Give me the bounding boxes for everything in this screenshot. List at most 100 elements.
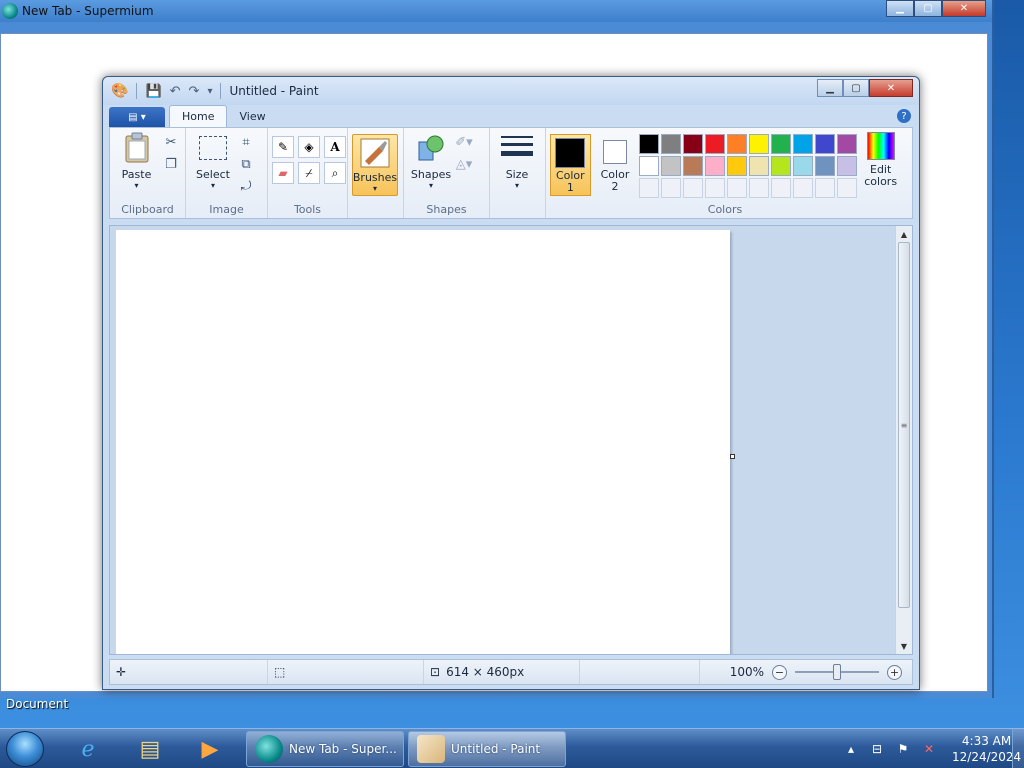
size-button[interactable]: Size ▾ bbox=[494, 132, 540, 190]
pencil-icon[interactable]: ✎ bbox=[272, 136, 294, 158]
cut-icon[interactable]: ✂ bbox=[161, 132, 181, 152]
task-paint[interactable]: Untitled - Paint bbox=[408, 731, 566, 767]
cursor-icon: ✛ bbox=[116, 665, 127, 679]
palette-swatch[interactable] bbox=[683, 156, 704, 176]
fill-shape-icon[interactable]: ◬▾ bbox=[454, 154, 474, 174]
paint-close-button[interactable]: ✕ bbox=[869, 79, 913, 97]
select-button[interactable]: Select ▾ bbox=[190, 132, 236, 196]
fill-icon[interactable]: ◈ bbox=[298, 136, 320, 158]
color2-button[interactable]: Color 2 bbox=[595, 134, 636, 196]
show-desktop-button[interactable] bbox=[1012, 729, 1024, 768]
outline-icon[interactable]: ✐▾ bbox=[454, 132, 474, 152]
help-icon[interactable]: ? bbox=[897, 109, 911, 123]
minimize-button[interactable]: ▁ bbox=[886, 0, 914, 17]
maximize-button[interactable]: ▢ bbox=[914, 0, 942, 17]
shapes-button[interactable]: Shapes ▾ bbox=[408, 132, 454, 190]
select-icon bbox=[197, 132, 229, 164]
color1-button[interactable]: Color 1 bbox=[550, 134, 591, 196]
network-icon[interactable]: ⊟ bbox=[868, 740, 886, 758]
colors-label: Colors bbox=[707, 203, 743, 216]
tab-view[interactable]: View bbox=[227, 105, 277, 127]
group-image: Select ▾ ⌗ ⧉ ⤾ Image bbox=[186, 128, 268, 218]
tab-home[interactable]: Home bbox=[169, 105, 228, 127]
palette-swatch[interactable] bbox=[661, 156, 682, 176]
paint-titlebar: 🎨 💾 ↶ ↷ ▾ Untitled - Paint ▁ ▢ ✕ bbox=[103, 77, 919, 105]
desktop-document-label[interactable]: Document bbox=[6, 697, 68, 711]
magnifier-icon[interactable]: ⌕ bbox=[324, 162, 346, 184]
palette-swatch[interactable] bbox=[727, 134, 748, 154]
palette-swatch[interactable] bbox=[749, 178, 770, 198]
taskbar: ℯ ▤ ▶ New Tab - Super... Untitled - Pain… bbox=[0, 728, 1024, 768]
palette-swatch[interactable] bbox=[837, 178, 858, 198]
paint-minimize-button[interactable]: ▁ bbox=[817, 79, 843, 97]
action-center-flag-icon[interactable]: ⚑ bbox=[894, 740, 912, 758]
palette-swatch[interactable] bbox=[815, 134, 836, 154]
zoom-in-button[interactable]: + bbox=[887, 664, 902, 680]
palette-swatch[interactable] bbox=[639, 156, 660, 176]
browser-titlebar: New Tab - Supermium ▁ ▢ ✕ bbox=[0, 0, 992, 22]
palette-swatch[interactable] bbox=[639, 178, 660, 198]
volume-muted-icon[interactable]: ✕ bbox=[920, 740, 938, 758]
zoom-slider[interactable] bbox=[795, 664, 879, 680]
clock[interactable]: 4:33 AM 12/24/2024 bbox=[952, 733, 1021, 765]
undo-icon[interactable]: ↶ bbox=[170, 84, 181, 99]
brushes-button[interactable]: Brushes ▾ bbox=[352, 134, 398, 196]
color-picker-icon[interactable]: ⌿ bbox=[298, 162, 320, 184]
canvas-resize-handle[interactable] bbox=[730, 454, 735, 459]
show-hidden-icons-icon[interactable]: ▴ bbox=[842, 740, 860, 758]
media-player-icon[interactable]: ▶ bbox=[194, 733, 226, 765]
palette-swatch[interactable] bbox=[661, 134, 682, 154]
palette-swatch[interactable] bbox=[749, 156, 770, 176]
canvas-workarea: ▲ ≡ ▼ bbox=[109, 225, 913, 655]
scroll-up-arrow[interactable]: ▲ bbox=[896, 226, 912, 242]
edit-colors-button[interactable]: Edit colors bbox=[861, 132, 900, 198]
palette-swatch[interactable] bbox=[815, 156, 836, 176]
crop-icon[interactable]: ⌗ bbox=[236, 132, 256, 152]
drawing-canvas[interactable] bbox=[116, 230, 730, 654]
rotate-icon[interactable]: ⤾ bbox=[236, 176, 256, 196]
close-button[interactable]: ✕ bbox=[942, 0, 986, 17]
task-browser[interactable]: New Tab - Super... bbox=[246, 731, 404, 767]
palette-swatch[interactable] bbox=[793, 156, 814, 176]
palette-swatch[interactable] bbox=[771, 134, 792, 154]
zoom-slider-thumb[interactable] bbox=[833, 664, 841, 680]
copy-icon[interactable]: ❐ bbox=[161, 154, 181, 174]
file-menu-button[interactable]: ▤ ▾ bbox=[109, 107, 165, 127]
palette-swatch[interactable] bbox=[705, 134, 726, 154]
palette-swatch[interactable] bbox=[837, 156, 858, 176]
palette-swatch[interactable] bbox=[683, 178, 704, 198]
edit-colors-icon bbox=[866, 132, 895, 160]
palette-swatch[interactable] bbox=[727, 178, 748, 198]
palette-swatch[interactable] bbox=[793, 134, 814, 154]
palette-swatch[interactable] bbox=[705, 156, 726, 176]
shapes-label: Shapes bbox=[426, 203, 467, 216]
resize-icon[interactable]: ⧉ bbox=[236, 154, 256, 174]
internet-explorer-icon[interactable]: ℯ bbox=[72, 733, 104, 765]
customize-qat-icon[interactable]: ▾ bbox=[207, 86, 212, 97]
palette-swatch[interactable] bbox=[727, 156, 748, 176]
paste-button[interactable]: Paste ▾ bbox=[114, 132, 159, 190]
palette-swatch[interactable] bbox=[683, 134, 704, 154]
file-explorer-icon[interactable]: ▤ bbox=[134, 733, 166, 765]
save-icon[interactable]: 💾 bbox=[145, 84, 161, 99]
scroll-down-arrow[interactable]: ▼ bbox=[896, 638, 912, 654]
scrollbar-thumb[interactable]: ≡ bbox=[898, 242, 910, 608]
palette-swatch[interactable] bbox=[837, 134, 858, 154]
start-button[interactable] bbox=[6, 731, 44, 767]
palette-swatch[interactable] bbox=[771, 156, 792, 176]
text-icon[interactable]: A bbox=[324, 136, 346, 158]
eraser-icon[interactable]: ▰ bbox=[272, 162, 294, 184]
redo-icon[interactable]: ↷ bbox=[189, 84, 200, 99]
palette-swatch[interactable] bbox=[749, 134, 770, 154]
palette-swatch[interactable] bbox=[705, 178, 726, 198]
palette-swatch[interactable] bbox=[771, 178, 792, 198]
system-tray: ▴ ⊟ ⚑ ✕ 4:33 AM 12/24/2024 bbox=[834, 729, 1024, 768]
palette-swatch[interactable] bbox=[661, 178, 682, 198]
zoom-out-button[interactable]: − bbox=[772, 664, 787, 680]
palette-swatch[interactable] bbox=[815, 178, 836, 198]
vertical-scrollbar[interactable]: ▲ ≡ ▼ bbox=[895, 226, 912, 654]
palette-swatch[interactable] bbox=[639, 134, 660, 154]
paint-maximize-button[interactable]: ▢ bbox=[843, 79, 869, 97]
palette-swatch[interactable] bbox=[793, 178, 814, 198]
group-colors: Color 1 Color 2 Edit colors Colors bbox=[546, 128, 904, 218]
